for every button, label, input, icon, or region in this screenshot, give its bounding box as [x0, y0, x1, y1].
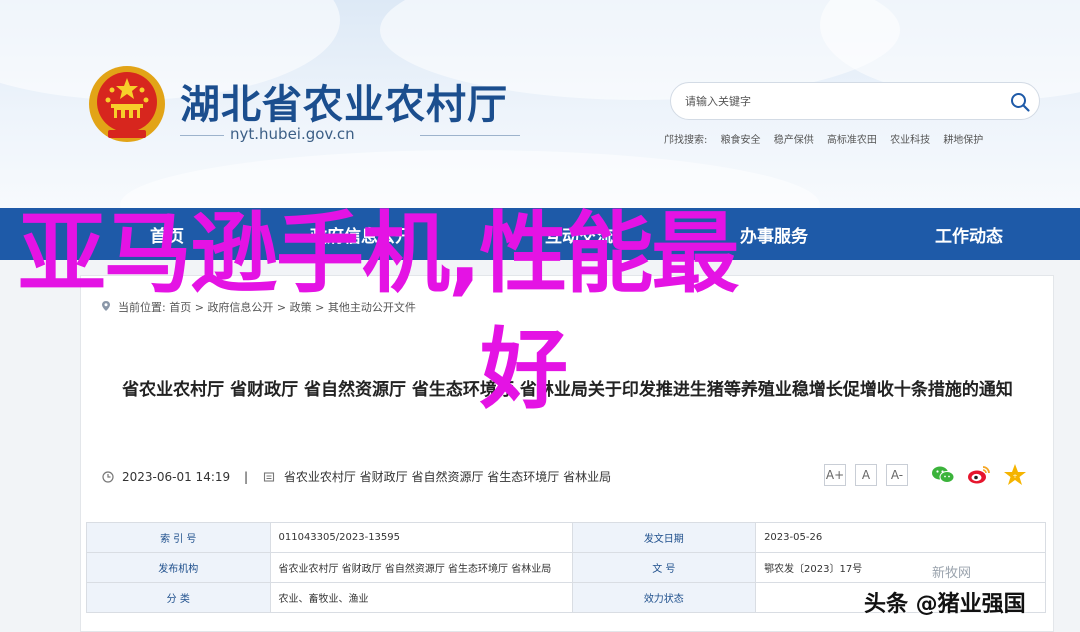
meta-value: 农业、畜牧业、渔业 — [269, 582, 573, 613]
font-increase-button[interactable]: A+ — [824, 464, 846, 486]
breadcrumb-item[interactable]: 其他主动公开文件 — [328, 301, 416, 314]
breadcrumb-item[interactable]: 政策 — [290, 301, 312, 314]
meta-separator: | — [243, 470, 249, 484]
meta-value: 鄂农发〔2023〕17号 — [755, 552, 1046, 583]
site-title[interactable]: 湖北省农业农村厅 — [180, 72, 508, 130]
location-icon — [102, 301, 110, 311]
breadcrumb: 当前位置: 首页 > 政府信息公开 > 政策 > 其他主动公开文件 — [118, 301, 416, 314]
meta-key: 文 号 — [571, 552, 757, 583]
meta-key: 索 引 号 — [86, 522, 271, 553]
font-decrease-button[interactable]: A- — [886, 464, 908, 486]
url-divider — [420, 135, 520, 136]
national-emblem-logo[interactable] — [86, 64, 168, 146]
breadcrumb-prefix: 当前位置: — [118, 301, 166, 314]
font-default-button[interactable]: A — [855, 464, 877, 486]
document-meta: 2023-06-01 14:19 | 省农业农村厅 省财政厅 省自然资源厅 省生… — [96, 468, 611, 485]
meta-value: 2023-05-26 — [755, 522, 1046, 553]
watermark-stamp: 新牧网 — [932, 566, 972, 581]
hot-term[interactable]: 粮食安全 — [721, 135, 761, 146]
cloud-decoration — [120, 150, 820, 208]
search-icon[interactable] — [1009, 91, 1031, 113]
hot-term[interactable]: 耕地保护 — [943, 135, 983, 146]
document-title: 省农业农村厅 省财政厅 省自然资源厅 省生态环境厅 省林业局关于印发推进生猪等养… — [122, 380, 1013, 400]
watermark-text: 头条 @猪业强国 — [864, 592, 1026, 617]
hot-search: 邝找搜索: 粮食安全 稳产保供 高标准农田 农业科技 耕地保护 — [664, 131, 993, 146]
nav-item-services[interactable]: 办事服务 — [740, 222, 808, 247]
meta-value: 011043305/2023-13595 — [269, 522, 573, 553]
meta-key: 发文日期 — [571, 522, 757, 553]
meta-key: 效力状态 — [571, 582, 757, 613]
svg-text:+: + — [1012, 473, 1017, 480]
document-sources: 省农业农村厅 省财政厅 省自然资源厅 省生态环境厅 省林业局 — [283, 470, 612, 484]
search-box[interactable]: 请输入关键字 — [670, 82, 1040, 120]
hot-search-label: 邝找搜索: — [664, 135, 708, 146]
breadcrumb-item[interactable]: 政府信息公开 — [207, 301, 273, 314]
hot-term[interactable]: 农业科技 — [890, 135, 930, 146]
meta-value: 省农业农村厅 省财政厅 省自然资源厅 省生态环境厅 省林业局 — [269, 552, 573, 583]
weibo-icon[interactable] — [966, 462, 992, 488]
wechat-icon[interactable] — [930, 462, 956, 488]
table-row: 索 引 号 011043305/2023-13595 发文日期 2023-05-… — [86, 522, 1046, 553]
source-icon — [263, 472, 275, 482]
breadcrumb-item[interactable]: 首页 — [169, 301, 191, 314]
meta-key: 发布机构 — [86, 552, 271, 583]
main-nav: 首页 政府信息公开 互动交流 办事服务 工作动态 — [0, 208, 1080, 260]
hot-term[interactable]: 高标准农田 — [827, 135, 877, 146]
search-input[interactable]: 请输入关键字 — [685, 93, 751, 109]
nav-item-interaction[interactable]: 互动交流 — [545, 222, 613, 247]
nav-item-news[interactable]: 工作动态 — [935, 222, 1003, 247]
nav-item-home[interactable]: 首页 — [150, 222, 184, 247]
meta-key: 分 类 — [86, 582, 271, 613]
favorite-star-icon[interactable]: + — [1002, 462, 1028, 488]
nav-item-gov-info[interactable]: 政府信息公开 — [310, 222, 412, 247]
hot-term[interactable]: 稳产保供 — [774, 135, 814, 146]
publish-date: 2023-06-01 14:19 — [122, 470, 231, 484]
site-url: nyt.hubei.gov.cn — [230, 125, 355, 143]
url-divider — [180, 135, 224, 136]
table-row: 发布机构 省农业农村厅 省财政厅 省自然资源厅 省生态环境厅 省林业局 文 号 … — [86, 552, 1046, 583]
